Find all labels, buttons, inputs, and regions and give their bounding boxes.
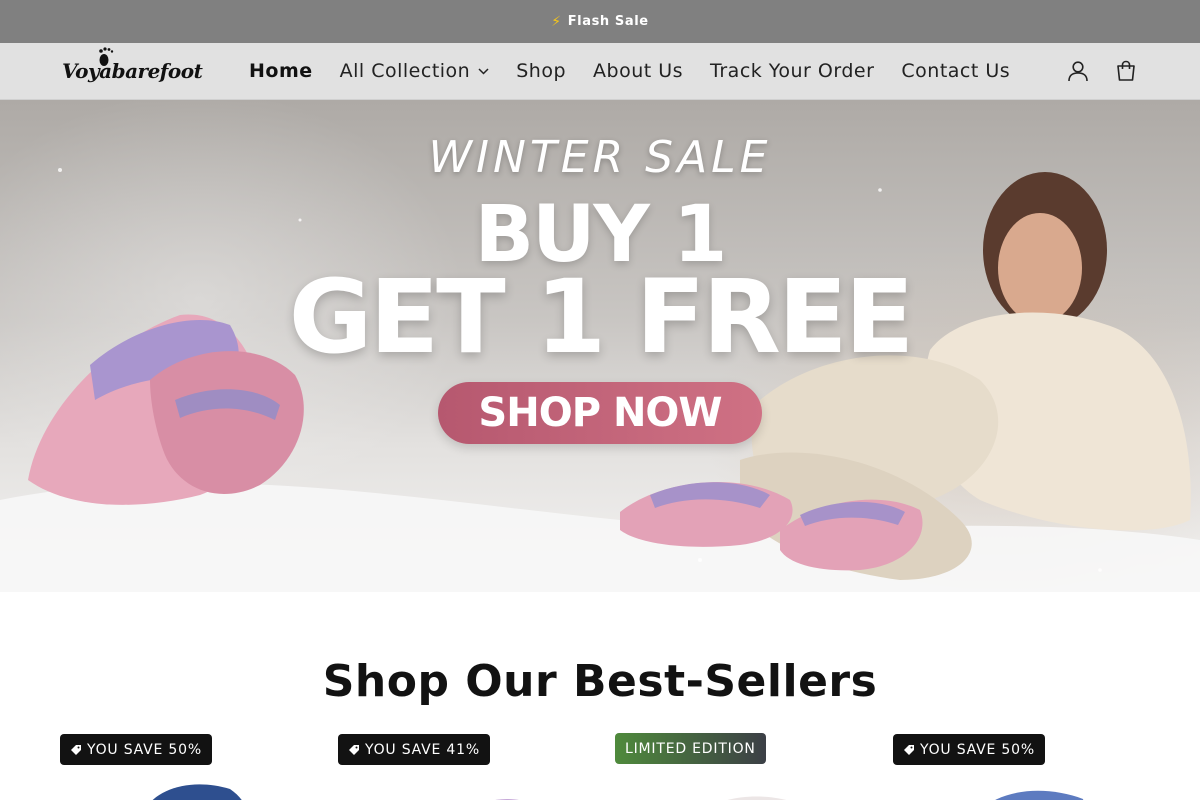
tag-icon [348, 744, 360, 756]
hero-banner[interactable]: WINTER SALE BUY 1 GET 1 FREE SHOP NOW [0, 100, 1200, 592]
section-title: Shop Our Best-Sellers [322, 656, 878, 707]
nav-all-collection[interactable]: All Collection [340, 60, 490, 82]
logo-text: Voyabarefoot [62, 59, 203, 83]
nav-home-label: Home [249, 60, 313, 82]
product-card[interactable]: YOU SAVE 41% [338, 731, 598, 800]
product-image [495, 799, 519, 800]
nav-about-us-label: About Us [593, 60, 684, 82]
announcement-bar: ⚡ Flash Sale [0, 0, 1200, 43]
announcement-text: Flash Sale [567, 14, 649, 29]
discount-badge: YOU SAVE 50% [893, 734, 1045, 765]
footprint-icon [99, 47, 114, 66]
discount-badge-text: YOU SAVE 41% [365, 741, 480, 758]
tag-icon [903, 744, 915, 756]
discount-badge: YOU SAVE 41% [338, 734, 490, 765]
chevron-down-icon [478, 67, 489, 75]
product-card[interactable]: YOU SAVE 50% [893, 731, 1153, 800]
product-grid: YOU SAVE 50% YOU SAVE 41% LIMITED EDITIO… [0, 731, 1200, 800]
nav-home[interactable]: Home [249, 60, 313, 82]
discount-badge: YOU SAVE 50% [60, 734, 212, 765]
site-header: Voyabarefoot Home All Collection Shop Ab… [0, 43, 1200, 100]
nav-about-us[interactable]: About Us [593, 60, 683, 82]
account-icon[interactable] [1066, 59, 1090, 83]
nav-track-order[interactable]: Track Your Order [710, 60, 874, 82]
limited-edition-badge: LIMITED EDITION [615, 733, 766, 764]
nav-contact-us-label: Contact Us [901, 60, 1011, 82]
nav-contact-us[interactable]: Contact Us [901, 60, 1010, 82]
shop-now-button[interactable]: SHOP NOW [438, 382, 762, 444]
cart-icon[interactable] [1114, 59, 1138, 83]
product-card[interactable]: YOU SAVE 50% [60, 731, 320, 800]
hero-headline-line2: GET 1 FREE [288, 258, 915, 377]
main-nav: Home All Collection Shop About Us Track … [249, 60, 1037, 82]
hero-subtitle: WINTER SALE [428, 132, 772, 183]
nav-shop-label: Shop [516, 60, 567, 82]
product-card[interactable]: LIMITED EDITION [615, 731, 875, 800]
limited-edition-badge-text: LIMITED EDITION [625, 740, 756, 757]
tag-icon [70, 744, 82, 756]
product-image [152, 784, 242, 800]
discount-badge-text: YOU SAVE 50% [920, 741, 1035, 758]
lightning-bolt-icon: ⚡ [551, 13, 562, 30]
nav-all-collection-label: All Collection [339, 60, 471, 82]
product-image [995, 790, 1084, 800]
nav-shop[interactable]: Shop [516, 60, 566, 82]
product-image [727, 796, 787, 800]
header-icons [1066, 43, 1138, 99]
nav-track-order-label: Track Your Order [710, 60, 875, 82]
logo[interactable]: Voyabarefoot [62, 47, 237, 83]
discount-badge-text: YOU SAVE 50% [87, 741, 202, 758]
